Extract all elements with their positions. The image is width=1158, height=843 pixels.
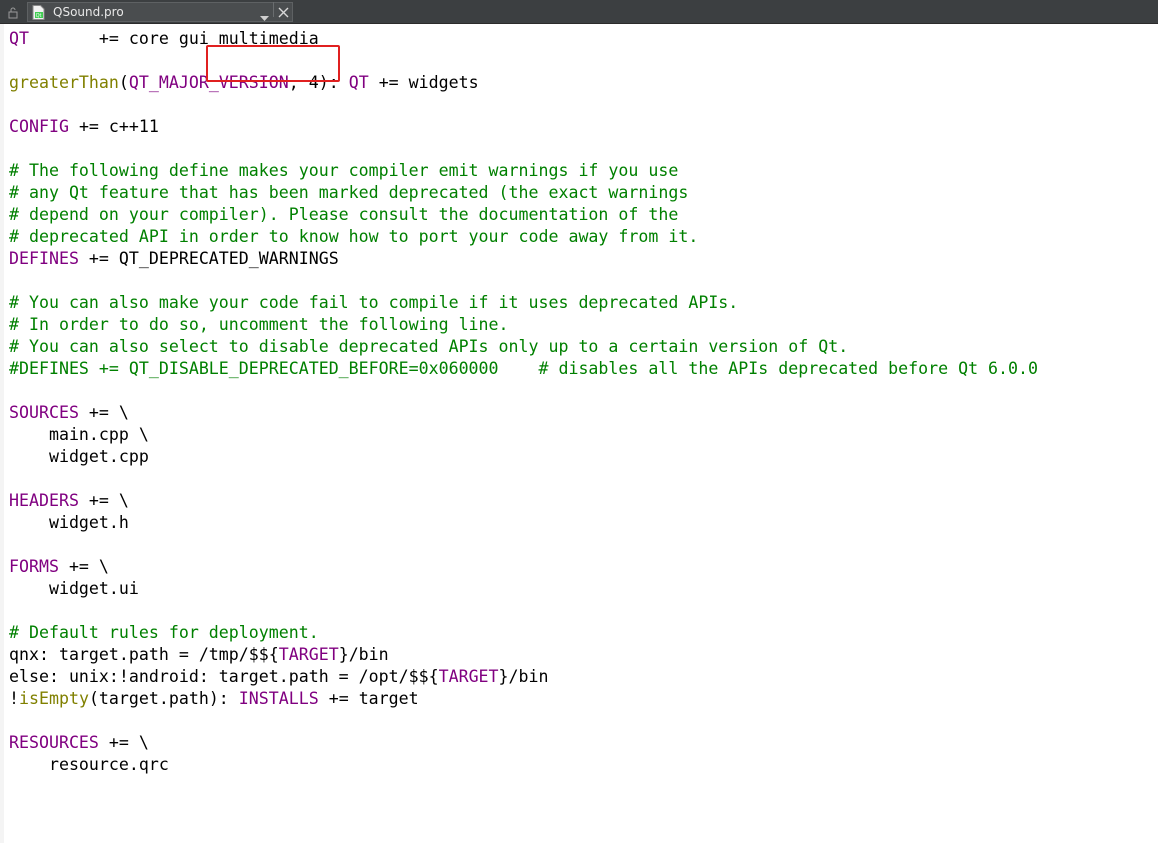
code-token: += \: [58, 557, 109, 576]
code-token: TARGET: [278, 645, 339, 664]
code-line[interactable]: [9, 138, 1038, 160]
code-line[interactable]: widget.cpp: [9, 446, 1038, 468]
qt-project-file-icon: Qt: [32, 5, 45, 20]
code-line[interactable]: # deprecated API in order to know how to…: [9, 226, 1038, 248]
code-line[interactable]: [9, 534, 1038, 556]
code-token: INSTALLS: [238, 689, 319, 708]
code-token: resource.qrc: [9, 755, 169, 774]
code-token: QT: [9, 29, 29, 48]
code-line[interactable]: FORMS += \: [9, 556, 1038, 578]
code-token: += target: [318, 689, 419, 708]
code-token: widget.ui: [9, 579, 139, 598]
code-token: }/bin: [498, 667, 549, 686]
code-line[interactable]: [9, 468, 1038, 490]
code-line[interactable]: #DEFINES += QT_DISABLE_DEPRECATED_BEFORE…: [9, 358, 1038, 380]
code-line[interactable]: # In order to do so, uncomment the follo…: [9, 314, 1038, 336]
code-line[interactable]: [9, 600, 1038, 622]
editor-tab-bar: Qt QSound.pro: [0, 0, 1158, 24]
code-token: # Default rules for deployment.: [9, 623, 319, 642]
code-line[interactable]: greaterThan(QT_MAJOR_VERSION, 4): QT += …: [9, 72, 1038, 94]
code-token: # In order to do so, uncomment the follo…: [9, 315, 509, 334]
code-line[interactable]: CONFIG += c++11: [9, 116, 1038, 138]
code-text[interactable]: QT += core gui multimedia greaterThan( QT…: [9, 28, 1038, 776]
code-token: SOURCES: [9, 403, 79, 422]
code-token: (target.path):: [88, 689, 239, 708]
code-line[interactable]: [9, 380, 1038, 402]
highlight-annotation-box: [206, 45, 340, 82]
code-token: # You can also make your code fail to co…: [9, 293, 739, 312]
code-line[interactable]: DEFINES += QT_DEPRECATED_WARNINGS: [9, 248, 1038, 270]
code-line[interactable]: [9, 50, 1038, 72]
code-token: greaterThan: [9, 73, 119, 92]
code-line[interactable]: # Default rules for deployment.: [9, 622, 1038, 644]
code-token: # any Qt feature that has been marked de…: [9, 183, 689, 202]
code-token: HEADERS: [9, 491, 79, 510]
code-line[interactable]: SOURCES += \: [9, 402, 1038, 424]
tab-bar-fill: [293, 2, 1158, 23]
code-token: FORMS: [9, 557, 59, 576]
code-token: += \: [98, 733, 149, 752]
file-name: QSound.pro: [53, 5, 124, 19]
code-line[interactable]: [9, 94, 1038, 116]
code-line[interactable]: [9, 710, 1038, 732]
code-token: += c++11: [68, 117, 159, 136]
code-token: # The following define makes your compil…: [9, 161, 679, 180]
code-token: # deprecated API in order to know how to…: [9, 227, 699, 246]
code-token: # depend on your compiler). Please consu…: [9, 205, 679, 224]
code-line[interactable]: resource.qrc: [9, 754, 1038, 776]
code-token: (: [118, 73, 129, 92]
code-token: !: [9, 689, 19, 708]
code-line[interactable]: # depend on your compiler). Please consu…: [9, 204, 1038, 226]
code-line[interactable]: # You can also select to disable depreca…: [9, 336, 1038, 358]
open-file-selector[interactable]: Qt QSound.pro: [27, 2, 293, 22]
code-token: isEmpty: [19, 689, 89, 708]
svg-text:Qt: Qt: [36, 13, 42, 19]
code-token: TARGET: [438, 667, 499, 686]
code-token: CONFIG: [9, 117, 69, 136]
code-line[interactable]: widget.h: [9, 512, 1038, 534]
code-line[interactable]: HEADERS += \: [9, 490, 1038, 512]
code-line[interactable]: # any Qt feature that has been marked de…: [9, 182, 1038, 204]
code-token: widget.h: [9, 513, 129, 532]
code-line[interactable]: # You can also make your code fail to co…: [9, 292, 1038, 314]
code-line[interactable]: # The following define makes your compil…: [9, 160, 1038, 182]
code-line[interactable]: else: unix:!android: target.path = /opt/…: [9, 666, 1038, 688]
code-line[interactable]: RESOURCES += \: [9, 732, 1038, 754]
code-token: DEFINES: [9, 249, 79, 268]
code-token: += widgets: [368, 73, 479, 92]
code-token: main.cpp \: [9, 425, 149, 444]
code-line[interactable]: [9, 270, 1038, 292]
code-token: qnx: target.path = /tmp/$${: [9, 645, 279, 664]
code-token: }/bin: [338, 645, 389, 664]
code-token: += \: [78, 491, 129, 510]
code-line[interactable]: QT += core gui multimedia: [9, 28, 1038, 50]
code-line[interactable]: qnx: target.path = /tmp/$${TARGET}/bin: [9, 644, 1038, 666]
code-line[interactable]: !isEmpty(target.path): INSTALLS += targe…: [9, 688, 1038, 710]
code-line[interactable]: main.cpp \: [9, 424, 1038, 446]
code-token: RESOURCES: [9, 733, 99, 752]
code-token: QT: [348, 73, 369, 92]
code-token: else: unix:!android: target.path = /opt/…: [9, 667, 439, 686]
triangle-down-icon[interactable]: [260, 9, 269, 21]
unlock-icon[interactable]: [8, 6, 20, 19]
code-line[interactable]: widget.ui: [9, 578, 1038, 600]
code-editor[interactable]: QT += core gui multimedia greaterThan( QT…: [0, 24, 1158, 843]
code-token: widget.cpp: [9, 447, 149, 466]
code-token: += \: [78, 403, 129, 422]
tab-divider: [273, 2, 274, 17]
editor-gutter: [0, 24, 4, 843]
code-token: # You can also select to disable depreca…: [9, 337, 849, 356]
code-token: #DEFINES += QT_DISABLE_DEPRECATED_BEFORE…: [9, 359, 1038, 378]
close-icon[interactable]: [278, 5, 289, 18]
code-token: += QT_DEPRECATED_WARNINGS: [78, 249, 339, 268]
